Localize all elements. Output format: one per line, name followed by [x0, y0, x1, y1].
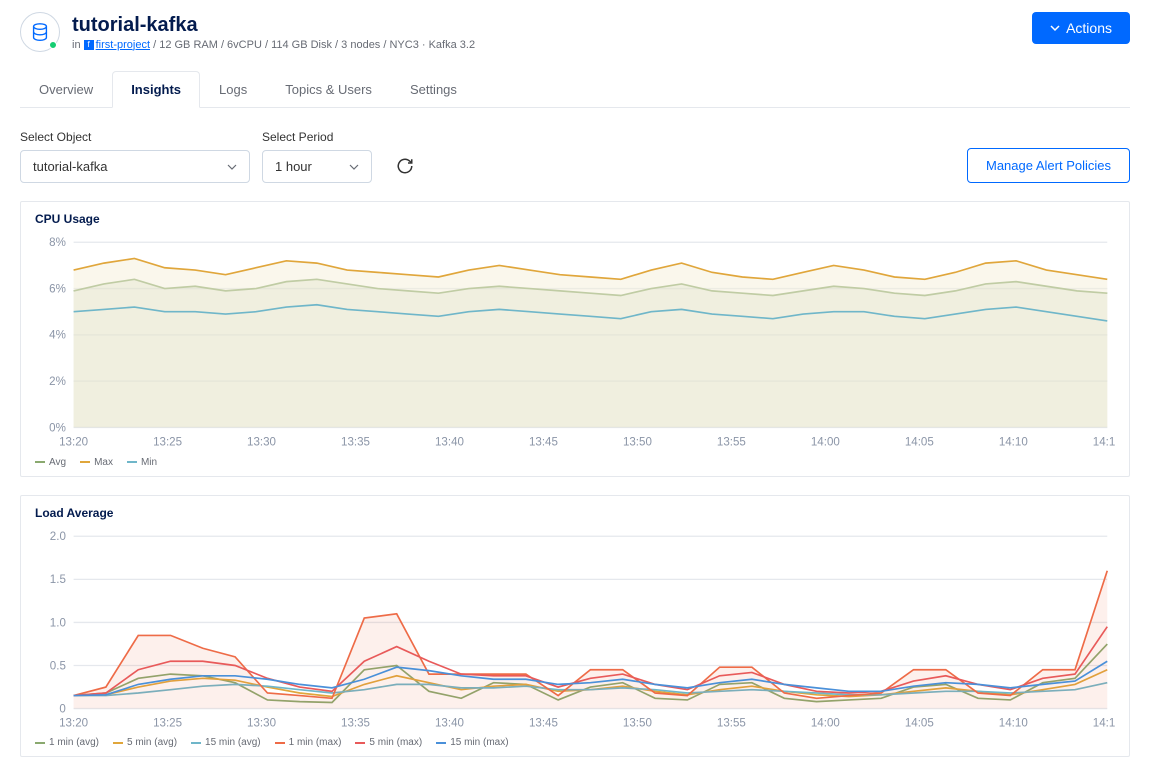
object-select[interactable]: tutorial-kafka — [20, 150, 250, 183]
manage-alert-policies-button[interactable]: Manage Alert Policies — [967, 148, 1130, 183]
cpu-chart-title: CPU Usage — [35, 212, 1115, 226]
cpu-chart-card: CPU Usage 0% 2% 4% 6% 8% 13:20 13:25 13:30 13:35 1… — [20, 201, 1130, 477]
cpu-chart-svg: 0% 2% 4% 6% 8% 13:20 13:25 13:30 13:35 13:40 13:45… — [35, 232, 1115, 451]
refresh-icon — [396, 157, 414, 175]
svg-text:13:35: 13:35 — [341, 717, 370, 729]
load-chart-card: Load Average 0 0.5 1.0 1.5 2.0 13:20 13:25 13:30… — [20, 495, 1130, 757]
svg-text:2.0: 2.0 — [50, 531, 66, 543]
load-chart-title: Load Average — [35, 506, 1115, 520]
svg-text:8%: 8% — [49, 237, 66, 249]
legend-item: Min — [127, 457, 157, 468]
svg-text:14:15: 14:15 — [1093, 436, 1115, 448]
svg-text:13:25: 13:25 — [153, 436, 182, 448]
svg-text:13:55: 13:55 — [717, 436, 746, 448]
svg-text:13:20: 13:20 — [59, 436, 88, 448]
svg-text:13:20: 13:20 — [59, 717, 88, 729]
status-dot — [49, 41, 57, 49]
svg-text:13:50: 13:50 — [623, 717, 652, 729]
svg-text:14:15: 14:15 — [1093, 717, 1115, 729]
refresh-button[interactable] — [388, 149, 422, 183]
svg-text:14:05: 14:05 — [905, 717, 934, 729]
svg-text:0.5: 0.5 — [50, 660, 66, 672]
svg-text:14:00: 14:00 — [811, 436, 840, 448]
svg-text:13:30: 13:30 — [247, 436, 276, 448]
svg-text:13:35: 13:35 — [341, 436, 370, 448]
legend-item: 15 min (max) — [436, 737, 508, 748]
period-value: 1 hour — [275, 159, 312, 174]
project-icon: f — [84, 40, 94, 50]
object-label: Select Object — [20, 130, 250, 144]
svg-text:14:00: 14:00 — [811, 717, 840, 729]
subtitle-prefix: in — [72, 39, 84, 51]
page-subtitle: in ffirst-project / 12 GB RAM / 6vCPU / … — [72, 39, 475, 51]
legend-item: 15 min (avg) — [191, 737, 261, 748]
period-select[interactable]: 1 hour — [262, 150, 372, 183]
svg-text:2%: 2% — [49, 376, 66, 388]
controls-row: Select Object tutorial-kafka Select Peri… — [20, 130, 1130, 183]
legend-item: 5 min (max) — [355, 737, 422, 748]
svg-text:13:50: 13:50 — [623, 436, 652, 448]
svg-text:13:40: 13:40 — [435, 436, 464, 448]
legend-item: Avg — [35, 457, 66, 468]
svg-text:13:45: 13:45 — [529, 436, 558, 448]
load-legend: 1 min (avg) 5 min (avg) 15 min (avg) 1 min … — [35, 737, 1115, 748]
tab-settings[interactable]: Settings — [391, 71, 476, 108]
load-chart-svg: 0 0.5 1.0 1.5 2.0 13:20 13:25 13:30 13:35 13:40 13… — [35, 526, 1115, 732]
legend-item: 1 min (avg) — [35, 737, 99, 748]
svg-text:13:40: 13:40 — [435, 717, 464, 729]
tab-insights[interactable]: Insights — [112, 71, 200, 108]
page-title: tutorial-kafka — [72, 14, 475, 37]
tab-topics-users[interactable]: Topics & Users — [266, 71, 391, 108]
legend-item: 5 min (avg) — [113, 737, 177, 748]
chevron-down-icon — [349, 162, 359, 172]
tab-overview[interactable]: Overview — [20, 71, 112, 108]
svg-text:0%: 0% — [49, 422, 66, 434]
database-icon — [20, 12, 60, 52]
svg-text:14:05: 14:05 — [905, 436, 934, 448]
svg-text:13:30: 13:30 — [247, 717, 276, 729]
svg-text:13:45: 13:45 — [529, 717, 558, 729]
chevron-down-icon — [227, 162, 237, 172]
svg-text:13:55: 13:55 — [717, 717, 746, 729]
legend-item: Max — [80, 457, 113, 468]
project-link[interactable]: first-project — [96, 39, 150, 51]
actions-button[interactable]: Actions — [1032, 12, 1130, 44]
page-header: tutorial-kafka in ffirst-project / 12 GB… — [20, 0, 1130, 52]
svg-text:14:10: 14:10 — [999, 717, 1028, 729]
tabs: OverviewInsightsLogsTopics & UsersSettin… — [20, 70, 1130, 108]
svg-text:1.0: 1.0 — [50, 617, 66, 629]
subtitle-specs: / 12 GB RAM / 6vCPU / 114 GB Disk / 3 no… — [150, 39, 475, 51]
svg-text:1.5: 1.5 — [50, 574, 66, 586]
svg-text:6%: 6% — [49, 283, 66, 295]
tab-logs[interactable]: Logs — [200, 71, 266, 108]
period-label: Select Period — [262, 130, 372, 144]
object-value: tutorial-kafka — [33, 159, 107, 174]
actions-label: Actions — [1066, 20, 1112, 36]
cpu-legend: Avg Max Min — [35, 457, 1115, 468]
svg-text:13:25: 13:25 — [153, 717, 182, 729]
svg-text:0: 0 — [59, 703, 65, 715]
chevron-down-icon — [1050, 23, 1060, 33]
legend-item: 1 min (max) — [275, 737, 342, 748]
svg-text:14:10: 14:10 — [999, 436, 1028, 448]
svg-text:4%: 4% — [49, 330, 66, 342]
